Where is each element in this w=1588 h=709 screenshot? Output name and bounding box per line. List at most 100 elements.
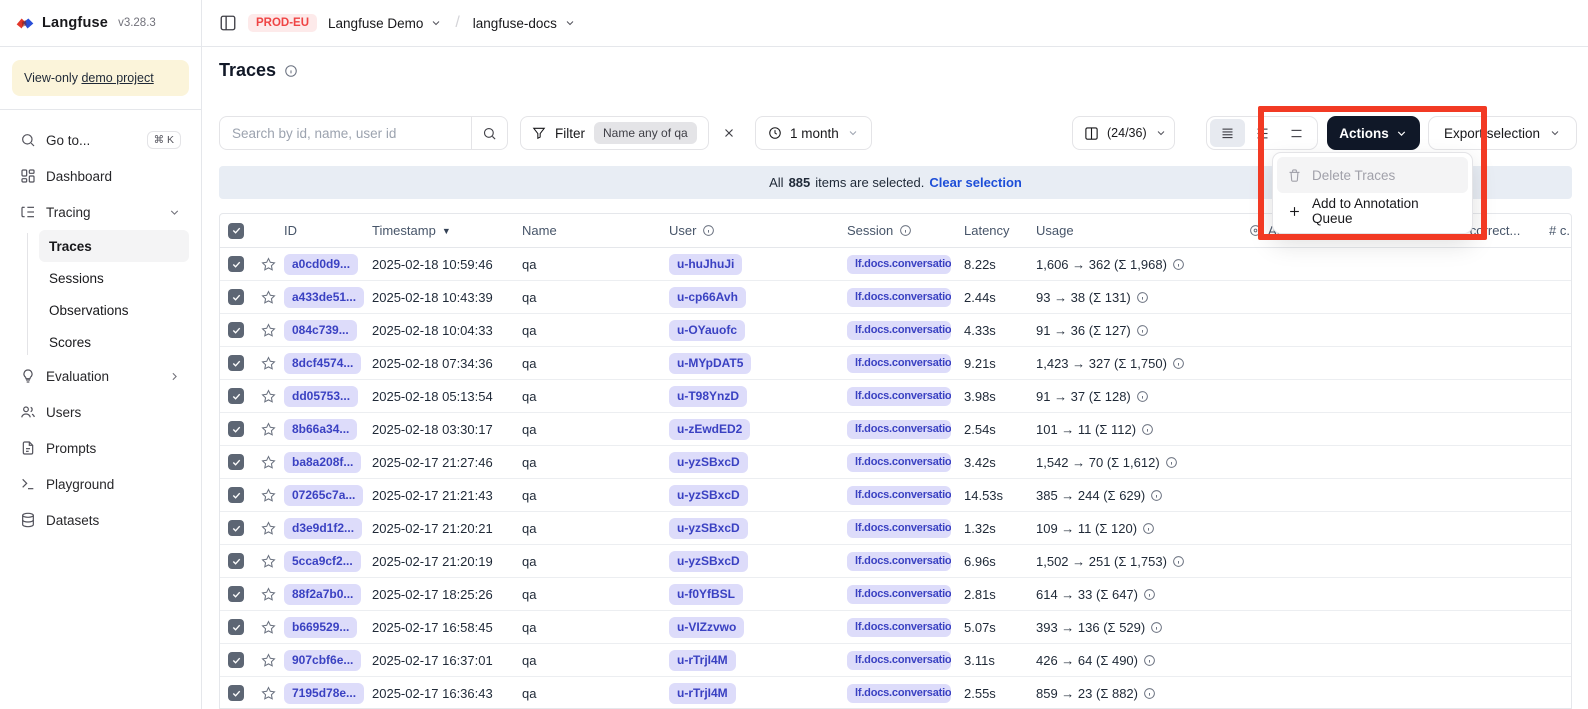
trace-id-badge[interactable]: 07265c7a...	[284, 485, 363, 506]
trace-id-badge[interactable]: 5cca9cf2...	[284, 551, 361, 572]
trace-id-badge[interactable]: 084c739...	[284, 320, 357, 341]
trace-id-badge[interactable]: a433de51...	[284, 287, 364, 308]
row-checkbox[interactable]	[228, 322, 244, 338]
bookmark-star-icon[interactable]	[258, 653, 276, 668]
session-badge[interactable]: lf.docs.conversation...	[847, 255, 951, 274]
session-badge[interactable]: lf.docs.conversation...	[847, 486, 951, 505]
bookmark-star-icon[interactable]	[258, 356, 276, 371]
sidebar-item-users[interactable]: Users	[12, 394, 189, 430]
column-header-user[interactable]: User	[661, 223, 839, 238]
column-visibility-button[interactable]: (24/36)	[1072, 116, 1175, 150]
session-badge[interactable]: lf.docs.conversation...	[847, 453, 951, 472]
user-badge[interactable]: u-VIZzvwo	[669, 617, 744, 638]
column-header-session[interactable]: Session	[839, 223, 956, 238]
trace-id-badge[interactable]: 8dcf4574...	[284, 353, 361, 374]
user-badge[interactable]: u-rTrjI4M	[669, 683, 736, 704]
row-checkbox[interactable]	[228, 487, 244, 503]
sidebar-toggle-icon[interactable]	[219, 14, 237, 32]
session-badge[interactable]: lf.docs.conversation...	[847, 321, 951, 340]
session-badge[interactable]: lf.docs.conversation...	[847, 651, 951, 670]
sidebar-item-playground[interactable]: Playground	[12, 466, 189, 502]
bookmark-star-icon[interactable]	[258, 686, 276, 701]
row-height-large-button[interactable]	[1279, 119, 1314, 147]
demo-project-link[interactable]: demo project	[81, 71, 153, 85]
user-badge[interactable]: u-huJhuJi	[669, 254, 742, 275]
column-header-usage[interactable]: Usage	[1028, 223, 1241, 238]
sidebar-item-evaluation[interactable]: Evaluation	[12, 358, 189, 394]
trace-id-badge[interactable]: 7195d78e...	[284, 683, 364, 704]
session-badge[interactable]: lf.docs.conversation...	[847, 618, 951, 637]
trace-id-badge[interactable]: a0cd0d9...	[284, 254, 358, 275]
session-badge[interactable]: lf.docs.conversation...	[847, 288, 951, 307]
user-badge[interactable]: u-cp66Avh	[669, 287, 746, 308]
sidebar-item-tracing[interactable]: Tracing	[12, 194, 189, 230]
bookmark-star-icon[interactable]	[258, 455, 276, 470]
trace-id-badge[interactable]: b669529...	[284, 617, 357, 638]
row-checkbox[interactable]	[228, 685, 244, 701]
select-all-checkbox[interactable]	[228, 223, 244, 239]
bookmark-star-icon[interactable]	[258, 389, 276, 404]
breadcrumb-project[interactable]: langfuse-docs	[473, 16, 576, 31]
row-checkbox[interactable]	[228, 289, 244, 305]
column-header-id[interactable]: ID	[276, 223, 364, 238]
sidebar-item-sessions[interactable]: Sessions	[39, 262, 189, 294]
user-badge[interactable]: u-MYpDAT5	[669, 353, 751, 374]
session-badge[interactable]: lf.docs.conversation...	[847, 387, 951, 406]
user-badge[interactable]: u-yzSBxcD	[669, 452, 748, 473]
user-badge[interactable]: u-OYauofc	[669, 320, 745, 341]
sidebar-item-observations[interactable]: Observations	[39, 294, 189, 326]
column-header-name[interactable]: Name	[514, 223, 661, 238]
bookmark-star-icon[interactable]	[258, 620, 276, 635]
user-badge[interactable]: u-yzSBxcD	[669, 485, 748, 506]
column-header-score-more[interactable]: # c...	[1541, 223, 1571, 238]
bookmark-star-icon[interactable]	[258, 290, 276, 305]
trace-id-badge[interactable]: 88f2a7b0...	[284, 584, 361, 605]
session-badge[interactable]: lf.docs.conversation...	[847, 420, 951, 439]
bookmark-star-icon[interactable]	[258, 554, 276, 569]
session-badge[interactable]: lf.docs.conversation...	[847, 684, 951, 703]
sidebar-item-traces[interactable]: Traces	[39, 230, 189, 262]
trace-id-badge[interactable]: dd05753...	[284, 386, 358, 407]
session-badge[interactable]: lf.docs.conversation...	[847, 354, 951, 373]
clear-selection-link[interactable]: Clear selection	[929, 175, 1022, 190]
bookmark-star-icon[interactable]	[258, 323, 276, 338]
search-input[interactable]	[220, 117, 471, 149]
row-checkbox[interactable]	[228, 421, 244, 437]
user-badge[interactable]: u-zEwdED2	[669, 419, 750, 440]
row-checkbox[interactable]	[228, 652, 244, 668]
search-submit-icon[interactable]	[471, 117, 507, 149]
menu-item-delete-traces[interactable]: Delete Traces	[1277, 157, 1468, 193]
sidebar-item-datasets[interactable]: Datasets	[12, 502, 189, 538]
trace-id-badge[interactable]: d3e9d1f2...	[284, 518, 362, 539]
user-badge[interactable]: u-yzSBxcD	[669, 551, 748, 572]
row-checkbox[interactable]	[228, 388, 244, 404]
trace-id-badge[interactable]: 907cbf6e...	[284, 650, 361, 671]
bookmark-star-icon[interactable]	[258, 587, 276, 602]
sidebar-item-scores[interactable]: Scores	[39, 326, 189, 358]
clear-filter-icon[interactable]	[712, 116, 746, 150]
sidebar-item-prompts[interactable]: Prompts	[12, 430, 189, 466]
time-range-button[interactable]: 1 month	[755, 116, 872, 150]
breadcrumb-org[interactable]: Langfuse Demo	[328, 16, 442, 31]
row-checkbox[interactable]	[228, 520, 244, 536]
user-badge[interactable]: u-rTrjI4M	[669, 650, 736, 671]
bookmark-star-icon[interactable]	[258, 257, 276, 272]
trace-id-badge[interactable]: ba8a208f...	[284, 452, 361, 473]
bookmark-star-icon[interactable]	[258, 422, 276, 437]
actions-button[interactable]: Actions	[1327, 116, 1420, 150]
bookmark-star-icon[interactable]	[258, 488, 276, 503]
user-badge[interactable]: u-T98YnzD	[669, 386, 747, 407]
column-header-latency[interactable]: Latency	[956, 223, 1028, 238]
filter-chip[interactable]: Name any of qa	[594, 122, 697, 144]
filter-button[interactable]: Filter Name any of qa	[520, 116, 709, 150]
session-badge[interactable]: lf.docs.conversation...	[847, 519, 951, 538]
row-checkbox[interactable]	[228, 619, 244, 635]
column-header-timestamp[interactable]: Timestamp▼	[364, 223, 514, 238]
menu-item-add-to-annotation-queue[interactable]: Add to Annotation Queue	[1277, 193, 1468, 229]
user-badge[interactable]: u-yzSBxcD	[669, 518, 748, 539]
bookmark-star-icon[interactable]	[258, 521, 276, 536]
row-checkbox[interactable]	[228, 256, 244, 272]
row-checkbox[interactable]	[228, 355, 244, 371]
session-badge[interactable]: lf.docs.conversation...	[847, 585, 951, 604]
sidebar-item-dashboard[interactable]: Dashboard	[12, 158, 189, 194]
